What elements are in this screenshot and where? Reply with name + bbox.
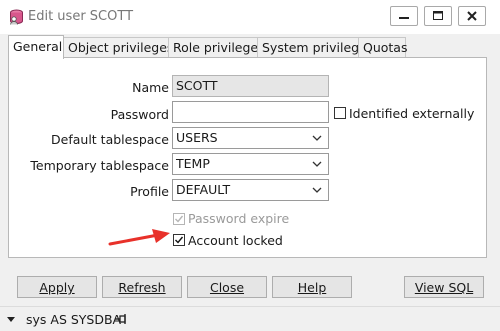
chevron-down-icon [312,135,322,141]
temporary-tablespace-label: Temporary tablespace [30,158,169,173]
chevron-down-icon [312,187,322,193]
chevron-down-icon [312,161,322,167]
name-value: SCOTT [176,78,218,93]
close-window-button[interactable] [458,6,486,26]
apply-button[interactable]: Apply [17,276,97,298]
account-locked-checkbox[interactable] [173,234,185,246]
account-locked-label[interactable]: Account locked [188,233,283,248]
tab-general[interactable]: General [8,35,64,59]
session-status: sys AS SYSDBA [26,312,122,327]
password-field[interactable] [172,101,329,123]
temporary-tablespace-select[interactable]: TEMP [172,153,329,175]
identified-externally-checkbox[interactable] [334,107,346,119]
profile-value: DEFAULT [176,182,231,197]
checkmark-icon [175,215,184,223]
temporary-tablespace-value: TEMP [176,156,210,171]
tab-quotas[interactable]: Quotas [358,37,407,57]
dropdown-arrow-icon[interactable] [6,316,16,323]
profile-label: Profile [130,184,169,199]
minimize-icon [399,17,409,19]
help-button[interactable]: Help [272,276,352,298]
close-icon [467,11,477,21]
tab-role-privileges[interactable]: Role privileges [168,37,265,57]
annotation-arrow-icon [108,229,170,246]
pin-icon[interactable] [114,313,128,325]
tab-object-privileges[interactable]: Object privileges [63,37,173,57]
password-expire-label: Password expire [188,211,290,226]
maximize-icon [433,11,443,20]
password-label: Password [110,107,169,122]
window-title: Edit user SCOTT [28,9,134,24]
default-tablespace-label: Default tablespace [51,132,169,147]
name-label: Name [132,80,169,95]
tab-system-privileges[interactable]: System privileges [257,37,373,57]
close-button[interactable]: Close [187,276,267,298]
maximize-button[interactable] [424,6,452,26]
password-expire-checkbox [173,213,185,225]
edit-user-dialog: Edit user SCOTT General Object privilege… [0,0,500,331]
refresh-button[interactable]: Refresh [102,276,182,298]
database-user-icon [10,9,23,25]
title-bar: Edit user SCOTT [0,0,500,34]
status-bar: sys AS SYSDBA [0,306,500,331]
identified-externally-label[interactable]: Identified externally [349,106,474,121]
checkmark-icon [175,236,184,244]
minimize-button[interactable] [390,6,418,26]
profile-select[interactable]: DEFAULT [172,179,329,201]
name-field: SCOTT [172,75,329,97]
default-tablespace-select[interactable]: USERS [172,127,329,149]
default-tablespace-value: USERS [176,130,218,145]
view-sql-button[interactable]: View SQL [404,276,484,298]
